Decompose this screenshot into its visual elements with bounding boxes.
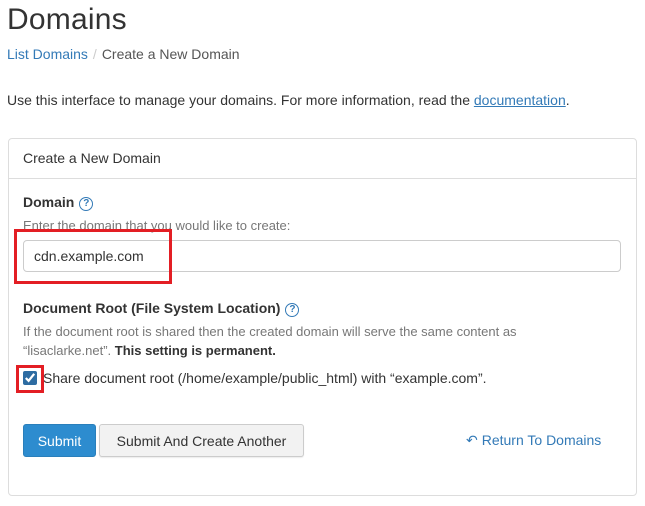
- share-docroot-label[interactable]: Share document root (/home/example/publi…: [43, 368, 487, 388]
- documentation-link[interactable]: documentation: [474, 92, 566, 108]
- intro-text: Use this interface to manage your domain…: [7, 90, 570, 110]
- panel-heading: Create a New Domain: [9, 139, 636, 179]
- question-circle-icon[interactable]: ?: [285, 303, 300, 317]
- return-to-domains-text: Return To Domains: [481, 432, 602, 448]
- highlight-box-checkbox: [16, 365, 44, 393]
- highlight-box-domain: [14, 229, 172, 284]
- submit-button[interactable]: Submit: [23, 424, 96, 457]
- docroot-description: If the document root is shared then the …: [23, 322, 583, 360]
- breadcrumb-list-domains[interactable]: List Domains: [7, 46, 88, 62]
- return-to-domains-link[interactable]: ↶ Return To Domains: [466, 430, 601, 450]
- intro-period: .: [565, 92, 570, 108]
- breadcrumb-current: Create a New Domain: [101, 46, 240, 62]
- intro-sentence: Use this interface to manage your domain…: [7, 92, 474, 108]
- breadcrumb: List Domains / Create a New Domain: [7, 44, 240, 64]
- undo-arrow-icon: ↶: [466, 432, 478, 448]
- docroot-label: Document Root (File System Location)?: [23, 298, 300, 318]
- question-circle-icon[interactable]: ?: [79, 197, 94, 211]
- breadcrumb-separator: /: [92, 46, 97, 62]
- domain-label-text: Domain: [23, 194, 75, 210]
- submit-and-create-another-button[interactable]: Submit And Create Another: [99, 424, 304, 457]
- permanent-note: This setting is permanent.: [114, 343, 276, 358]
- page-title: Domains: [7, 3, 127, 36]
- docroot-label-text: Document Root (File System Location): [23, 300, 281, 316]
- domain-label: Domain?: [23, 192, 94, 212]
